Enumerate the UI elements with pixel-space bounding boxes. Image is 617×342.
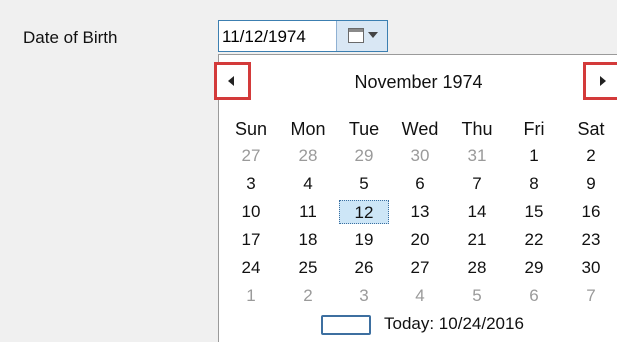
date-of-birth-input[interactable]: 11/12/1974 <box>218 20 388 52</box>
weekday-fri: Fri <box>523 119 545 139</box>
calendar-day[interactable]: 7 <box>452 172 502 196</box>
calendar-day[interactable]: 3 <box>339 284 389 308</box>
calendar-day-selected[interactable]: 12 <box>339 200 389 224</box>
calendar-day[interactable]: 23 <box>566 228 616 252</box>
calendar-day[interactable]: 27 <box>226 144 276 168</box>
weekday-wed: Wed <box>401 119 439 139</box>
calendar-icon <box>348 28 364 43</box>
calendar-day[interactable]: 28 <box>452 256 502 280</box>
calendar-day[interactable]: 25 <box>283 256 333 280</box>
calendar-day[interactable]: 7 <box>566 284 616 308</box>
calendar-day[interactable]: 24 <box>226 256 276 280</box>
calendar-day[interactable]: 15 <box>509 200 559 224</box>
calendar-day[interactable]: 31 <box>452 144 502 168</box>
calendar-day[interactable]: 1 <box>226 284 276 308</box>
calendar-day[interactable]: 20 <box>395 228 445 252</box>
calendar-day[interactable]: 13 <box>395 200 445 224</box>
weekday-tue: Tue <box>348 119 380 139</box>
chevron-right-icon <box>600 76 606 86</box>
calendar-day[interactable]: 9 <box>566 172 616 196</box>
calendar-day[interactable]: 10 <box>226 200 276 224</box>
calendar-day[interactable]: 14 <box>452 200 502 224</box>
calendar-day[interactable]: 27 <box>395 256 445 280</box>
today-marker <box>321 315 371 335</box>
calendar-day[interactable]: 5 <box>452 284 502 308</box>
calendar-day[interactable]: 30 <box>395 144 445 168</box>
calendar-day[interactable]: 21 <box>452 228 502 252</box>
calendar-day[interactable]: 17 <box>226 228 276 252</box>
next-month-button[interactable] <box>583 62 617 100</box>
date-of-birth-label: Date of Birth <box>23 28 118 47</box>
weekday-header-row: Sun Mon Tue Wed Thu Fri Sat <box>219 119 617 143</box>
calendar-day[interactable]: 6 <box>509 284 559 308</box>
calendar-day[interactable]: 16 <box>566 200 616 224</box>
calendar-dropdown-button[interactable] <box>336 21 387 51</box>
calendar-day[interactable]: 2 <box>283 284 333 308</box>
weekday-mon: Mon <box>290 119 326 139</box>
calendar-day[interactable]: 2 <box>566 144 616 168</box>
calendar-day[interactable]: 19 <box>339 228 389 252</box>
calendar-day[interactable]: 22 <box>509 228 559 252</box>
calendar-day[interactable]: 11 <box>283 200 333 224</box>
today-link[interactable]: Today: 10/24/2016 <box>384 314 524 334</box>
month-title[interactable]: November 1974 <box>219 72 617 93</box>
weekday-thu: Thu <box>461 119 493 139</box>
calendar-day[interactable]: 6 <box>395 172 445 196</box>
month-calendar-popup: November 1974 Sun Mon Tue Wed Thu Fri Sat 27 28… <box>214 54 617 342</box>
calendar-day[interactable]: 4 <box>283 172 333 196</box>
calendar-day[interactable]: 30 <box>566 256 616 280</box>
weekday-sun: Sun <box>234 119 268 139</box>
calendar-day[interactable]: 18 <box>283 228 333 252</box>
calendar-day[interactable]: 8 <box>509 172 559 196</box>
today-footer[interactable]: Today: 10/24/2016 <box>219 313 617 339</box>
calendar-day[interactable]: 3 <box>226 172 276 196</box>
calendar-day[interactable]: 1 <box>509 144 559 168</box>
calendar-day[interactable]: 29 <box>339 144 389 168</box>
date-value[interactable]: 11/12/1974 <box>222 27 306 47</box>
calendar-header: November 1974 <box>214 55 617 107</box>
weekday-sat: Sat <box>577 119 605 139</box>
calendar-day[interactable]: 28 <box>283 144 333 168</box>
calendar-day[interactable]: 29 <box>509 256 559 280</box>
calendar-day[interactable]: 4 <box>395 284 445 308</box>
chevron-down-icon <box>368 32 378 38</box>
calendar-day[interactable]: 5 <box>339 172 389 196</box>
calendar-day[interactable]: 26 <box>339 256 389 280</box>
